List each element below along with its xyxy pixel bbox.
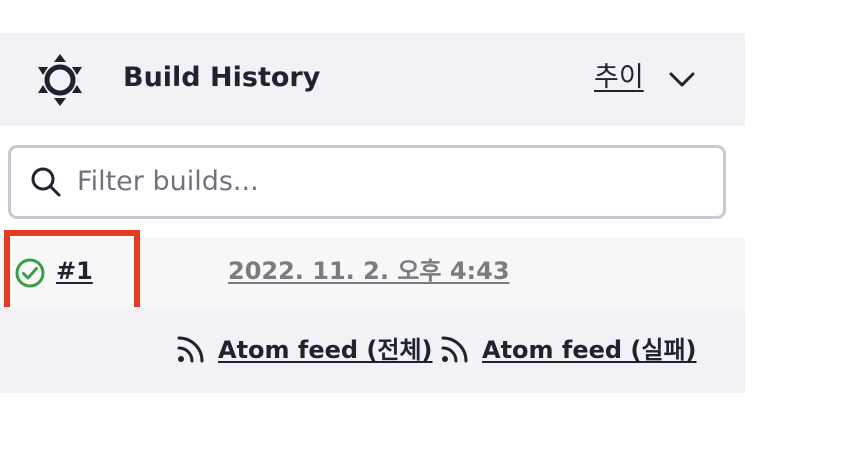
atom-feed-failed-link[interactable]: Atom feed (실패) <box>440 334 697 370</box>
build-history-header: Build History 추이 <box>0 33 745 126</box>
search-section <box>0 126 745 237</box>
page-title: Build History <box>123 62 321 93</box>
atom-feed-failed-label: Atom feed (실패) <box>482 336 697 364</box>
atom-feed-all-label: Atom feed (전체) <box>218 336 433 364</box>
chevron-down-icon[interactable] <box>667 67 697 91</box>
search-box[interactable] <box>8 145 726 219</box>
atom-feed-row: Atom feed (전체) Atom feed (실패) <box>0 307 745 393</box>
atom-feed-all-link[interactable]: Atom feed (전체) <box>176 334 433 370</box>
rss-icon <box>177 336 204 363</box>
build-number-link[interactable]: #1 <box>56 255 93 287</box>
build-date-link[interactable]: 2022. 11. 2. 오후 4:43 <box>228 255 510 287</box>
rss-icon <box>441 336 468 363</box>
trend-link[interactable]: 추이 <box>594 60 644 96</box>
check-circle-icon <box>15 258 45 288</box>
jenkins-build-history-icon <box>38 54 82 106</box>
build-history-panel: Build History 추이 #1 2022. 11. 2. 오후 4:43 <box>0 33 745 393</box>
search-icon <box>31 167 61 197</box>
build-row: #1 2022. 11. 2. 오후 4:43 <box>0 237 745 307</box>
filter-builds-input[interactable] <box>77 158 707 204</box>
